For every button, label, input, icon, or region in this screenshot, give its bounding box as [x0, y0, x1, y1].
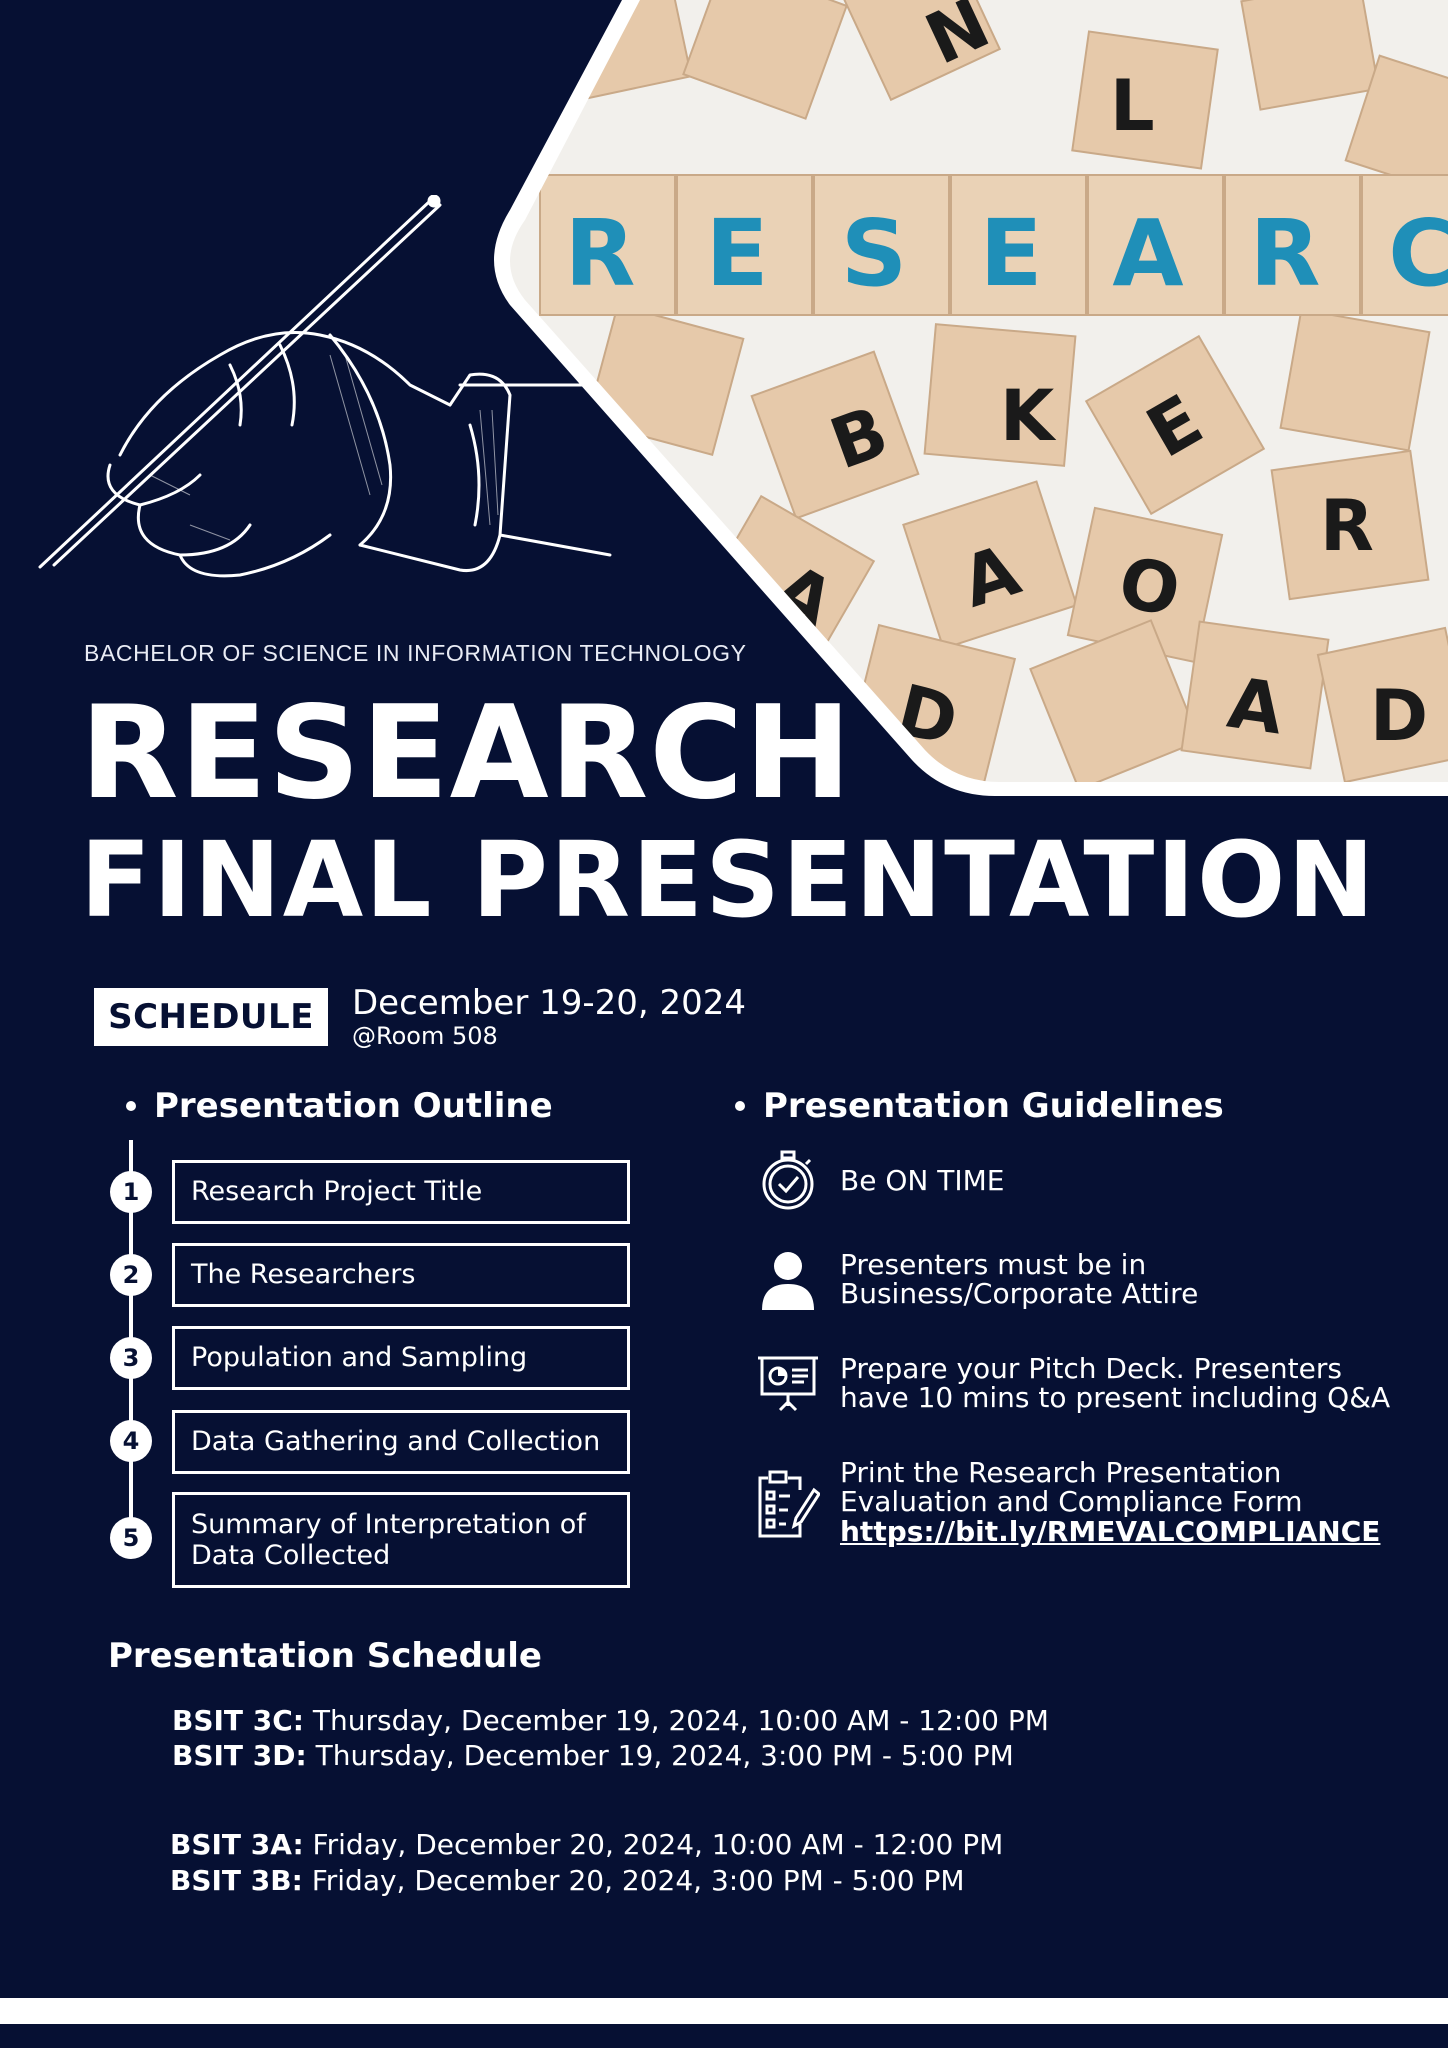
svg-text:R: R [1320, 485, 1374, 567]
tile-letter: A [1112, 200, 1183, 307]
schedule-badge: SCHEDULE [94, 988, 328, 1046]
guideline-text: Prepare your Pitch Deck. Presenters have… [840, 1352, 1391, 1415]
presentation-schedule-heading: Presentation Schedule [108, 1636, 542, 1676]
outline-item: Research Project Title [172, 1160, 630, 1224]
schedule-row: BSIT 3A: Friday, December 20, 2024, 10:0… [170, 1828, 1003, 1861]
tile-letter: R [1250, 200, 1321, 307]
bottom-bar [0, 1998, 1448, 2024]
outline-item-label: Population and Sampling [191, 1342, 528, 1374]
tile-letter: C [1388, 200, 1448, 307]
guideline-text: Print the Research Presentation Evaluati… [840, 1458, 1400, 1546]
guideline-text: Presenters must be in Business/Corporate… [840, 1248, 1199, 1311]
schedule-row: BSIT 3D: Thursday, December 19, 2024, 3:… [172, 1739, 1014, 1772]
step-number: 4 [110, 1420, 152, 1462]
hand-with-pen-illustration [38, 195, 612, 578]
schedule-time: Thursday, December 19, 2024, 3:00 PM - 5… [306, 1739, 1014, 1772]
schedule-time: Friday, December 20, 2024, 3:00 PM - 5:0… [302, 1864, 965, 1897]
poster: B K E A A O R D A D L N R E S E A R C BA… [0, 0, 1448, 2048]
clipboard-checklist-icon [758, 1470, 820, 1538]
program-name: BACHELOR OF SCIENCE IN INFORMATION TECHN… [84, 640, 747, 666]
schedule-time: Friday, December 20, 2024, 10:00 AM - 12… [303, 1828, 1004, 1861]
outline-item-label: Data Gathering and Collection [191, 1426, 601, 1458]
tile-letter: E [980, 200, 1043, 307]
person-icon [762, 1252, 814, 1310]
schedule-room: @Room 508 [352, 1022, 498, 1050]
step-number: 3 [110, 1337, 152, 1379]
stopwatch-icon [762, 1150, 814, 1210]
guidelines-heading-label: Presentation Guidelines [763, 1086, 1224, 1126]
svg-text:D: D [1370, 675, 1428, 757]
title-line-2: FINAL PRESENTATION [80, 819, 1377, 941]
svg-text:L: L [1110, 65, 1155, 147]
presentation-board-icon [758, 1356, 818, 1412]
outline-item-label: The Researchers [191, 1259, 416, 1291]
outline-item: Summary of Interpretation of Data Collec… [172, 1492, 630, 1588]
schedule-time: Thursday, December 19, 2024, 10:00 AM - … [304, 1704, 1049, 1737]
schedule-section: BSIT 3D: [172, 1739, 307, 1772]
outline-item: The Researchers [172, 1243, 630, 1307]
tile-letter: E [706, 200, 769, 307]
schedule-section: BSIT 3A: [170, 1828, 304, 1861]
title-line-1: RESEARCH [80, 679, 853, 828]
schedule-section: BSIT 3B: [170, 1864, 303, 1897]
svg-text:K: K [1000, 375, 1057, 457]
outline-heading-label: Presentation Outline [154, 1086, 553, 1126]
schedule-section: BSIT 3C: [172, 1704, 305, 1737]
outline-heading: Presentation Outline [126, 1086, 553, 1126]
step-number: 1 [110, 1171, 152, 1213]
schedule-date: December 19-20, 2024 [352, 983, 747, 1023]
compliance-form-link[interactable]: https://bit.ly/RMEVALCOMPLIANCE [840, 1516, 1400, 1546]
schedule-row: BSIT 3B: Friday, December 20, 2024, 3:00… [170, 1864, 965, 1897]
outline-item-label: Summary of Interpretation of Data Collec… [191, 1508, 586, 1571]
bullet-icon [735, 1101, 745, 1111]
step-number: 2 [110, 1254, 152, 1296]
step-number: 5 [110, 1517, 152, 1559]
outline-item: Data Gathering and Collection [172, 1410, 630, 1474]
tile-letter: S [841, 200, 907, 307]
outline-item: Population and Sampling [172, 1326, 630, 1390]
schedule-row: BSIT 3C: Thursday, December 19, 2024, 10… [172, 1704, 1049, 1737]
guidelines-heading: Presentation Guidelines [735, 1086, 1224, 1126]
svg-text:A: A [1223, 662, 1288, 751]
outline-item-label: Research Project Title [191, 1176, 483, 1208]
bullet-icon [126, 1101, 136, 1111]
guideline-text-body: Print the Research Presentation Evaluati… [840, 1456, 1303, 1519]
guideline-text: Be ON TIME [840, 1164, 1005, 1197]
